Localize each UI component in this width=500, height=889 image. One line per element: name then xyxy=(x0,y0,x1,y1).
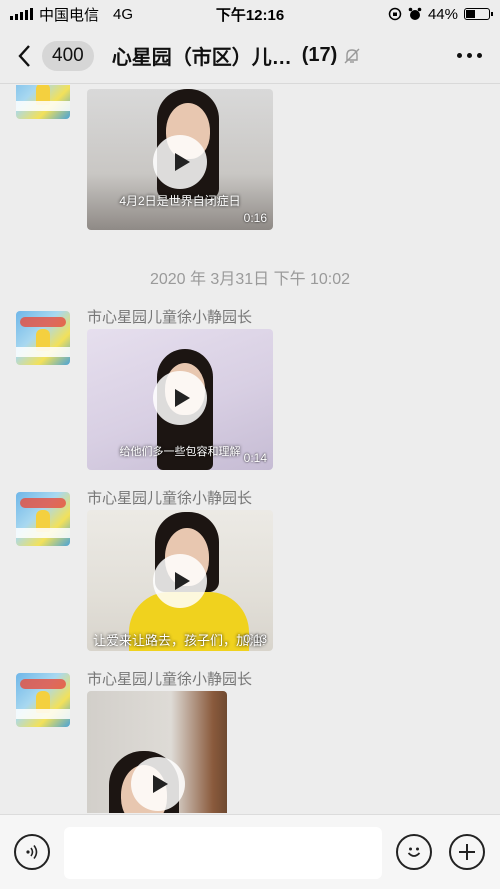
input-bar xyxy=(0,814,500,889)
video-message[interactable]: 4月2日是世界自闭症日 0:16 xyxy=(87,89,273,230)
alarm-icon xyxy=(408,7,422,20)
member-count: (17) xyxy=(301,44,338,66)
play-icon[interactable] xyxy=(131,757,185,811)
status-left: 中国电信 4G xyxy=(10,4,133,25)
mute-bell-icon xyxy=(344,48,360,63)
voice-input-button[interactable] xyxy=(14,834,50,870)
video-duration: 0:14 xyxy=(243,451,267,465)
video-message[interactable] xyxy=(87,691,227,813)
carrier-name: 中国电信 xyxy=(39,6,100,24)
unread-count-badge[interactable]: 400 xyxy=(42,40,94,71)
chat-title: 心星园（市区）儿… xyxy=(111,47,292,69)
back-icon[interactable] xyxy=(12,41,36,71)
battery-percent: 44% xyxy=(427,5,458,23)
status-right: 44% xyxy=(388,5,493,23)
signal-icon xyxy=(10,8,33,20)
play-icon[interactable] xyxy=(153,135,207,189)
rotation-lock-icon xyxy=(388,7,402,21)
video-duration: 0:16 xyxy=(243,211,267,225)
plus-icon xyxy=(459,844,475,860)
avatar[interactable] xyxy=(16,673,70,727)
battery-icon xyxy=(464,8,493,20)
add-more-button[interactable] xyxy=(449,834,485,870)
play-icon[interactable] xyxy=(153,554,207,608)
network-type: 4G xyxy=(113,5,134,23)
video-message[interactable]: 给他们多一些包容和理解 0:14 xyxy=(87,329,273,470)
sender-name: 市心星园儿童徐小静园长 xyxy=(87,671,253,688)
chat-header: 400 心星园（市区）儿… (17) xyxy=(0,28,500,84)
message-list[interactable]: 4月2日是世界自闭症日 0:16 2020 年 3月31日 下午 10:02 市… xyxy=(0,85,500,813)
emoji-icon xyxy=(407,847,421,857)
video-caption: 4月2日是世界自闭症日 xyxy=(119,194,241,208)
video-duration: 0:13 xyxy=(243,632,267,646)
play-icon[interactable] xyxy=(153,371,207,425)
voice-icon xyxy=(26,845,38,859)
status-bar: 中国电信 4G 下午12:16 44% xyxy=(0,0,500,28)
more-options-icon[interactable] xyxy=(451,47,488,64)
message-input[interactable] xyxy=(64,827,382,879)
message-timestamp: 2020 年 3月31日 下午 10:02 xyxy=(149,271,351,288)
emoji-button[interactable] xyxy=(396,834,432,870)
avatar[interactable] xyxy=(16,492,70,546)
avatar[interactable] xyxy=(16,311,70,365)
sender-name: 市心星园儿童徐小静园长 xyxy=(87,490,253,507)
avatar[interactable] xyxy=(16,85,70,119)
sender-name: 市心星园儿童徐小静园长 xyxy=(87,309,253,326)
video-message[interactable]: 让爱来让路去，孩子们，加油! 0:13 xyxy=(87,510,273,651)
